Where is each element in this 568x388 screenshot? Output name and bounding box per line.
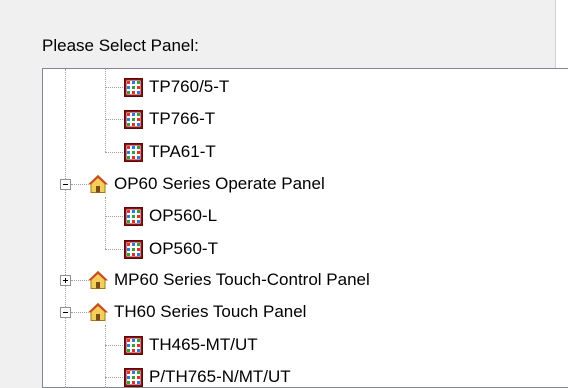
tree-item-label: OP60 Series Operate Panel	[114, 174, 325, 193]
tree-connector-line	[105, 197, 106, 249]
panel-icon	[124, 142, 143, 162]
tree-connector-line	[65, 69, 66, 387]
tree-connector-line	[71, 184, 87, 185]
tree-item-p-th765[interactable]: P/TH765-N/MT/UT	[124, 364, 291, 387]
panel-icon	[124, 77, 143, 97]
tree-item-label: OP560-L	[149, 206, 218, 225]
tree-item-th60-series[interactable]: TH60 Series Touch Panel	[88, 299, 306, 325]
tree-connector-line	[105, 69, 106, 152]
tree-item-op560-l[interactable]: OP560-L	[124, 203, 217, 229]
tree-item-th465-mt-ut[interactable]: TH465-MT/UT	[124, 332, 258, 358]
tree-item-label: MP60 Series Touch-Control Panel	[114, 270, 370, 289]
tree-item-op560-t[interactable]: OP560-T	[124, 236, 218, 262]
tree-item-mp60-series[interactable]: MP60 Series Touch-Control Panel	[88, 267, 370, 293]
collapse-op60-toggle[interactable]	[60, 179, 71, 190]
tree-item-label: TH465-MT/UT	[149, 335, 258, 354]
panel-tree-view[interactable]: TP760/5-T TP766-T TPA61-T OP60 Series Op…	[42, 68, 568, 388]
panel-icon	[124, 109, 143, 129]
panel-icon	[124, 206, 143, 226]
tree-connector-line	[71, 280, 87, 281]
tree-item-label: OP560-T	[149, 239, 218, 258]
tree-connector-line	[105, 216, 123, 217]
house-icon	[88, 174, 108, 193]
house-icon	[88, 270, 108, 289]
tree-connector-line	[105, 325, 106, 387]
panel-icon	[124, 239, 143, 259]
collapse-th60-toggle[interactable]	[60, 307, 71, 318]
expand-mp60-toggle[interactable]	[60, 275, 71, 286]
tree-connector-line	[105, 345, 123, 346]
tree-connector-line	[105, 87, 123, 88]
tree-item-label: TH60 Series Touch Panel	[114, 302, 307, 321]
tree-item-tp760-5-t[interactable]: TP760/5-T	[124, 74, 229, 100]
tree-connector-line	[105, 249, 123, 250]
tree-item-label: TP760/5-T	[149, 77, 230, 96]
tree-item-label: TPA61-T	[149, 142, 216, 161]
tree-connector-line	[71, 312, 87, 313]
panel-icon	[124, 335, 143, 355]
tree-connector-line	[105, 377, 123, 378]
tree-item-tpa61-t[interactable]: TPA61-T	[124, 139, 216, 165]
tree-item-tp766-t[interactable]: TP766-T	[124, 106, 215, 132]
panel-icon	[124, 367, 143, 387]
select-panel-label: Please Select Panel:	[42, 36, 199, 55]
tree-connector-line	[105, 152, 123, 153]
tree-item-op60-series[interactable]: OP60 Series Operate Panel	[88, 171, 325, 197]
tree-item-label: TP766-T	[149, 109, 216, 128]
tree-connector-line	[105, 119, 123, 120]
house-icon	[88, 302, 108, 321]
